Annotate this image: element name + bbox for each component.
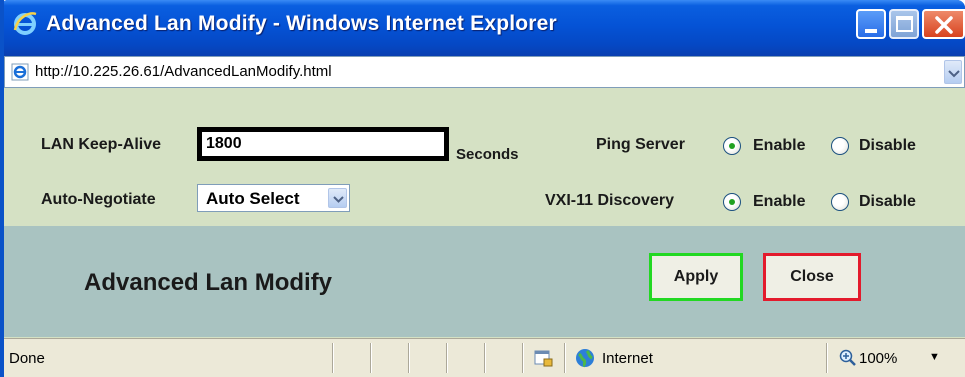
zoom-icon[interactable] <box>839 349 857 367</box>
status-divider <box>522 343 523 373</box>
autoneg-selected-value: Auto Select <box>206 189 300 208</box>
radio-selected-dot <box>729 199 735 205</box>
autoneg-dropdown-button[interactable] <box>328 188 347 208</box>
vxi-disable-label: Disable <box>859 193 916 210</box>
page-icon <box>11 63 29 81</box>
minimize-button[interactable] <box>856 9 886 39</box>
radio-selected-dot <box>729 143 735 149</box>
ping-enable-label: Enable <box>753 137 806 154</box>
address-dropdown-button[interactable] <box>944 60 962 84</box>
security-zone-icon[interactable] <box>533 348 553 368</box>
window-title: Advanced Lan Modify - Windows Internet E… <box>46 12 557 35</box>
vxi-enable-radio[interactable] <box>723 193 741 211</box>
keepalive-unit: Seconds <box>456 146 519 163</box>
status-divider <box>332 343 333 373</box>
keepalive-label: LAN Keep-Alive <box>41 136 162 153</box>
vxi-discovery-label: VXI-11 Discovery <box>545 192 674 209</box>
zone-text: Internet <box>602 350 653 367</box>
maximize-button[interactable] <box>889 9 919 39</box>
status-divider <box>484 343 485 373</box>
status-bar: Done Internet 100% ▼ <box>4 338 965 377</box>
minimize-icon <box>865 29 877 33</box>
address-bar[interactable]: http://10.225.26.61/AdvancedLanModify.ht… <box>4 56 965 88</box>
vxi-disable-radio[interactable] <box>831 193 849 211</box>
close-button[interactable]: Close <box>763 253 861 301</box>
browser-window: Advanced Lan Modify - Windows Internet E… <box>0 0 965 377</box>
ping-server-label: Ping Server <box>596 136 685 153</box>
status-divider <box>446 343 447 373</box>
ping-enable-radio[interactable] <box>723 137 741 155</box>
globe-icon <box>576 349 594 368</box>
window-left-border <box>0 0 4 377</box>
ping-disable-label: Disable <box>859 137 916 154</box>
close-window-button[interactable] <box>922 9 965 39</box>
zoom-level[interactable]: 100% <box>859 350 897 367</box>
status-divider <box>564 343 565 373</box>
maximize-icon <box>896 16 913 32</box>
ping-disable-radio[interactable] <box>831 137 849 155</box>
page-heading: Advanced Lan Modify <box>84 269 333 296</box>
keepalive-input[interactable] <box>197 127 449 161</box>
autoneg-label: Auto-Negotiate <box>41 191 156 208</box>
chevron-down-icon <box>333 196 344 203</box>
status-text: Done <box>9 350 45 367</box>
ie-logo-icon <box>13 12 37 35</box>
close-icon <box>935 16 953 34</box>
action-panel: Advanced Lan Modify Apply Close <box>4 226 965 337</box>
apply-button[interactable]: Apply <box>649 253 743 301</box>
autoneg-select[interactable]: Auto Select <box>197 184 350 212</box>
zoom-dropdown-icon[interactable]: ▼ <box>929 351 940 363</box>
status-divider <box>826 343 827 373</box>
title-bar[interactable]: Advanced Lan Modify - Windows Internet E… <box>0 0 965 56</box>
status-divider <box>408 343 409 373</box>
url-text[interactable]: http://10.225.26.61/AdvancedLanModify.ht… <box>35 63 332 80</box>
chevron-down-icon <box>948 70 960 78</box>
vxi-enable-label: Enable <box>753 193 806 210</box>
status-divider <box>370 343 371 373</box>
